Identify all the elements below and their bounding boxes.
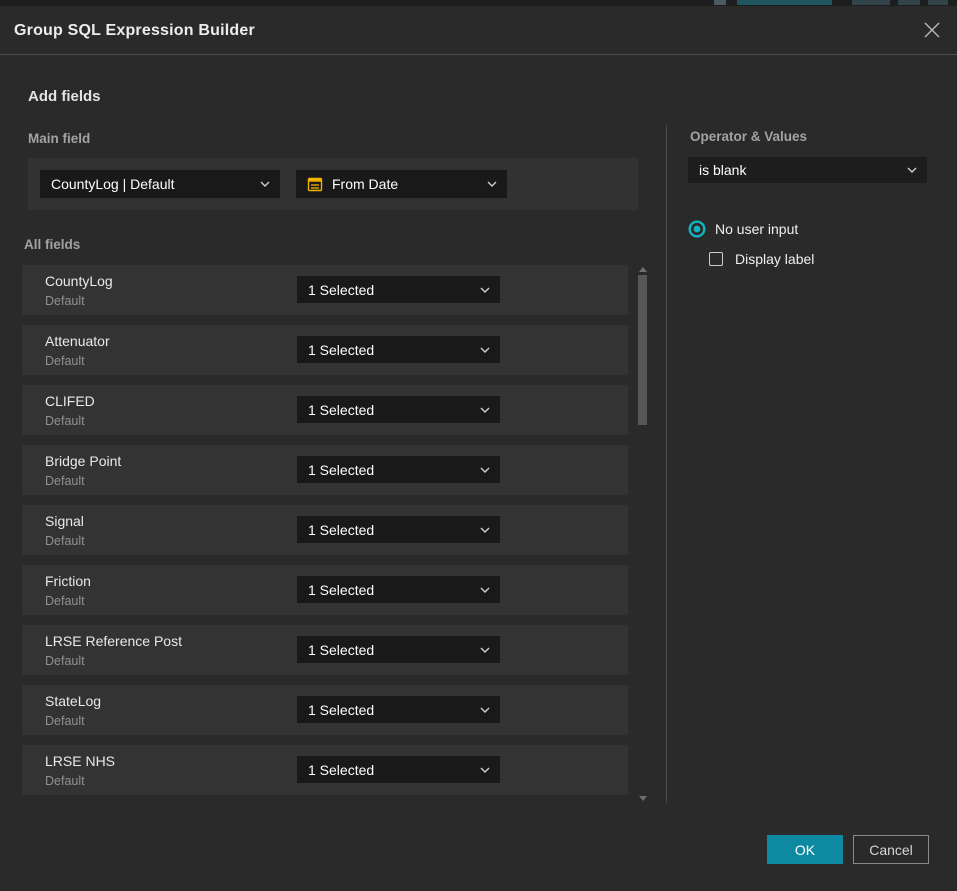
chevron-down-icon <box>480 767 490 773</box>
display-label-text: Display label <box>735 251 814 267</box>
field-row-selection-dropdown[interactable]: 1 Selected <box>297 576 500 603</box>
field-row: Friction Default 1 Selected <box>22 565 628 615</box>
field-row-selection: 1 Selected <box>308 642 374 658</box>
field-row-name: StateLog <box>45 693 101 709</box>
field-row-selection-dropdown[interactable]: 1 Selected <box>297 516 500 543</box>
radio-selected-icon <box>688 220 706 238</box>
field-row-sublabel: Default <box>45 654 85 668</box>
close-button[interactable] <box>919 17 945 43</box>
main-field-field-dropdown[interactable]: From Date <box>296 170 507 198</box>
field-row-selection-dropdown[interactable]: 1 Selected <box>297 456 500 483</box>
scrollbar-up-arrow-icon[interactable] <box>639 267 647 272</box>
no-user-input-label: No user input <box>715 221 798 237</box>
screen: Group SQL Expression Builder Add fields … <box>0 0 957 891</box>
field-row-sublabel: Default <box>45 414 85 428</box>
chevron-down-icon <box>487 181 497 187</box>
calendar-icon <box>307 176 323 192</box>
field-row-selection: 1 Selected <box>308 402 374 418</box>
close-icon <box>922 20 942 40</box>
backdrop-fragment <box>714 0 726 5</box>
main-field-box: CountyLog | Default From Date <box>28 158 638 210</box>
all-fields-label: All fields <box>24 237 80 252</box>
field-row: Signal Default 1 Selected <box>22 505 628 555</box>
field-row-sublabel: Default <box>45 534 85 548</box>
field-row-selection: 1 Selected <box>308 282 374 298</box>
field-row: CountyLog Default 1 Selected <box>22 265 628 315</box>
field-row-selection: 1 Selected <box>308 342 374 358</box>
dialog-title: Group SQL Expression Builder <box>14 6 255 55</box>
chevron-down-icon <box>480 467 490 473</box>
field-row-selection: 1 Selected <box>308 762 374 778</box>
field-row-sublabel: Default <box>45 294 85 308</box>
backdrop-fragment <box>898 0 920 5</box>
field-row-sublabel: Default <box>45 774 85 788</box>
field-row-sublabel: Default <box>45 354 85 368</box>
field-row-name: Bridge Point <box>45 453 121 469</box>
ok-button[interactable]: OK <box>767 835 843 864</box>
scrollbar-down-arrow-icon[interactable] <box>639 796 647 801</box>
main-field-label: Main field <box>28 131 90 146</box>
scrollbar-thumb[interactable] <box>638 275 647 425</box>
chevron-down-icon <box>480 347 490 353</box>
field-row: LRSE Reference Post Default 1 Selected <box>22 625 628 675</box>
checkbox-unchecked-icon <box>709 252 723 266</box>
all-fields-list: CountyLog Default 1 Selected Attenuator … <box>22 265 628 805</box>
field-row-selection-dropdown[interactable]: 1 Selected <box>297 336 500 363</box>
field-row: StateLog Default 1 Selected <box>22 685 628 735</box>
field-row-name: Friction <box>45 573 91 589</box>
chevron-down-icon <box>480 587 490 593</box>
main-field-layer-value: CountyLog | Default <box>51 176 175 192</box>
field-row-selection: 1 Selected <box>308 582 374 598</box>
vertical-divider <box>666 125 667 803</box>
chevron-down-icon <box>480 407 490 413</box>
field-row-name: CLIFED <box>45 393 95 409</box>
backdrop-fragment <box>737 0 832 5</box>
field-row-selection-dropdown[interactable]: 1 Selected <box>297 636 500 663</box>
field-row: LRSE NHS Default 1 Selected <box>22 745 628 795</box>
backdrop-fragment <box>928 0 948 5</box>
operator-value: is blank <box>699 162 746 178</box>
field-row-name: LRSE NHS <box>45 753 115 769</box>
field-row-selection-dropdown[interactable]: 1 Selected <box>297 396 500 423</box>
no-user-input-radio[interactable]: No user input <box>688 220 798 238</box>
field-row: Bridge Point Default 1 Selected <box>22 445 628 495</box>
operator-dropdown[interactable]: is blank <box>688 157 927 183</box>
field-row: CLIFED Default 1 Selected <box>22 385 628 435</box>
operator-values-label: Operator & Values <box>690 129 807 144</box>
field-row-sublabel: Default <box>45 594 85 608</box>
field-row-sublabel: Default <box>45 714 85 728</box>
field-row-selection-dropdown[interactable]: 1 Selected <box>297 276 500 303</box>
chevron-down-icon <box>480 647 490 653</box>
field-row-sublabel: Default <box>45 474 85 488</box>
group-sql-expression-builder-dialog: Group SQL Expression Builder Add fields … <box>0 6 957 891</box>
field-row-selection-dropdown[interactable]: 1 Selected <box>297 696 500 723</box>
field-row-selection: 1 Selected <box>308 462 374 478</box>
field-row-selection-dropdown[interactable]: 1 Selected <box>297 756 500 783</box>
add-fields-heading: Add fields <box>28 88 101 105</box>
backdrop-fragment <box>852 0 890 5</box>
chevron-down-icon <box>480 527 490 533</box>
field-row-name: CountyLog <box>45 273 113 289</box>
field-row-name: Signal <box>45 513 84 529</box>
chevron-down-icon <box>480 707 490 713</box>
field-row: Attenuator Default 1 Selected <box>22 325 628 375</box>
field-row-selection: 1 Selected <box>308 522 374 538</box>
field-row-selection: 1 Selected <box>308 702 374 718</box>
chevron-down-icon <box>907 167 917 173</box>
dialog-titlebar: Group SQL Expression Builder <box>0 6 957 55</box>
fields-list-scrollbar[interactable] <box>637 265 649 803</box>
field-row-name: Attenuator <box>45 333 110 349</box>
main-field-field-value: From Date <box>332 176 398 192</box>
chevron-down-icon <box>480 287 490 293</box>
chevron-down-icon <box>260 181 270 187</box>
field-row-name: LRSE Reference Post <box>45 633 182 649</box>
cancel-button[interactable]: Cancel <box>853 835 929 864</box>
display-label-checkbox[interactable]: Display label <box>709 251 814 267</box>
main-field-layer-dropdown[interactable]: CountyLog | Default <box>40 170 280 198</box>
